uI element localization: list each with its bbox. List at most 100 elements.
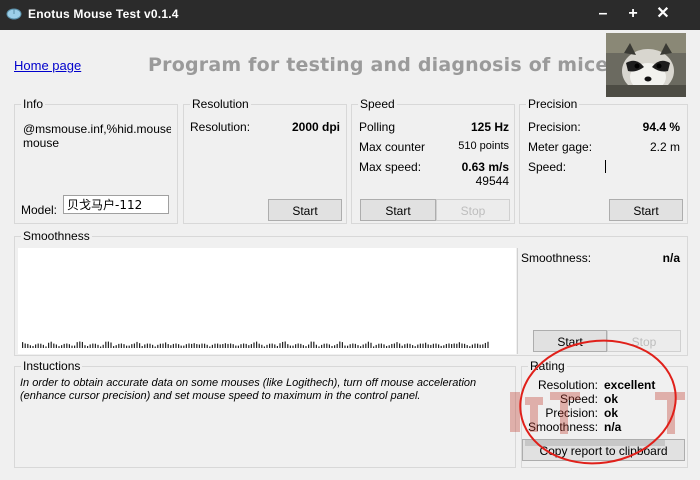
- smoothness-sample-bar: [487, 341, 489, 348]
- smoothness-sample-bar: [133, 343, 135, 348]
- smoothness-sample-bar: [466, 345, 468, 348]
- smoothness-sample-bar: [159, 343, 161, 348]
- smoothness-sample-bar: [443, 345, 445, 348]
- smoothness-sample-bar: [295, 344, 297, 348]
- smoothness-sample-bar: [406, 343, 408, 348]
- smoothness-sample-bar: [253, 342, 255, 348]
- smoothness-sample-bar: [289, 345, 291, 348]
- smoothness-sample-bar: [365, 343, 367, 348]
- smoothness-sample-bar: [154, 346, 156, 348]
- smoothness-sample-bar: [94, 343, 96, 348]
- smoothness-sample-bar: [180, 345, 182, 348]
- smoothness-sample-bar: [391, 343, 393, 348]
- smoothness-sample-bar: [211, 344, 213, 348]
- precision-value: 94.4 %: [642, 120, 680, 134]
- smoothness-sample-bar: [55, 344, 57, 348]
- smoothness-sample-bar: [113, 346, 115, 348]
- smoothness-sample-bar: [427, 344, 429, 348]
- smoothness-sample-bar: [326, 343, 328, 348]
- smoothness-sample-bar: [50, 341, 52, 348]
- device-id: @msmouse.inf,%hid.mouse: [23, 122, 171, 136]
- smoothness-sample-bar: [349, 344, 351, 348]
- close-button[interactable]: ✕: [650, 3, 676, 25]
- smoothness-sample-bar: [22, 342, 24, 348]
- smoothness-sample-bar: [131, 344, 133, 348]
- instructions-title: Instuctions: [21, 359, 83, 373]
- smoothness-sample-bar: [344, 345, 346, 348]
- smoothness-sample-bar: [71, 345, 73, 348]
- smoothness-sample-bar: [375, 344, 377, 348]
- speed-stop-button[interactable]: Stop: [436, 199, 510, 221]
- smoothness-sample-bar: [328, 344, 330, 348]
- precision-start-button[interactable]: Start: [609, 199, 683, 221]
- smoothness-sample-bar: [456, 343, 458, 348]
- smoothness-sample-bar: [89, 344, 91, 348]
- smoothness-sample-bar: [76, 342, 78, 348]
- smoothness-label: Smoothness:: [521, 251, 592, 265]
- smoothness-sample-bar: [300, 343, 302, 348]
- precision-group: Precision Precision: 94.4 % Meter gage: …: [519, 97, 688, 224]
- smoothness-sample-bar: [477, 343, 479, 348]
- smoothness-sample-bar: [440, 345, 442, 348]
- smoothness-sample-bar: [409, 343, 411, 348]
- smoothness-sample-bar: [29, 345, 31, 348]
- smoothness-sample-bar: [474, 343, 476, 348]
- smoothness-sample-bar: [222, 344, 224, 348]
- instructions-group: Instuctions In order to obtain accurate …: [14, 359, 516, 468]
- smoothness-sample-bar: [445, 343, 447, 348]
- smoothness-sample-bar: [458, 342, 460, 348]
- smoothness-sample-bar: [362, 344, 364, 348]
- polling-value: 125 Hz: [470, 120, 509, 134]
- smoothness-sample-bar: [313, 341, 315, 348]
- speed-extra-value: 49544: [475, 174, 509, 188]
- smoothness-sample-bar: [201, 343, 203, 348]
- smoothness-sample-bar: [139, 343, 141, 348]
- smoothness-sample-bar: [308, 344, 310, 348]
- speed-group: Speed Polling 125 Hz Max counter 510 poi…: [351, 97, 515, 224]
- smoothness-sample-bar: [482, 344, 484, 348]
- smoothness-sample-bar: [63, 343, 65, 348]
- smoothness-sample-bar: [438, 344, 440, 348]
- smoothness-sample-bar: [461, 343, 463, 348]
- polling-label: Polling: [359, 120, 396, 134]
- smoothness-sample-bar: [79, 341, 81, 348]
- smoothness-graph: [18, 248, 516, 354]
- raccoon-image: [606, 33, 686, 97]
- smoothness-sample-bar: [183, 345, 185, 348]
- smoothness-sample-bar: [107, 341, 109, 348]
- speed-title: Speed: [358, 97, 397, 111]
- resolution-value: 2000 dpi: [291, 120, 340, 134]
- smoothness-sample-bar: [360, 346, 362, 348]
- model-field[interactable]: [63, 195, 169, 214]
- smoothness-sample-bar: [412, 345, 414, 348]
- smoothness-sample-bar: [170, 345, 172, 348]
- smoothness-sample-bar: [245, 343, 247, 348]
- smoothness-sample-bar: [68, 344, 70, 348]
- smoothness-sample-bar: [240, 344, 242, 348]
- smoothness-sample-bar: [24, 343, 26, 348]
- smoothness-sample-bar: [302, 345, 304, 348]
- smoothness-sample-bar: [48, 342, 50, 348]
- smoothness-sample-bar: [230, 343, 232, 348]
- smoothness-sample-bar: [42, 344, 44, 348]
- maximize-button[interactable]: +: [620, 3, 646, 25]
- smoothness-sample-bar: [331, 345, 333, 348]
- smoothness-sample-bar: [149, 343, 151, 348]
- smoothness-sample-bar: [271, 343, 273, 348]
- smoothness-sample-bar: [193, 343, 195, 348]
- smoothness-sample-bar: [172, 343, 174, 348]
- smoothness-sample-bar: [102, 344, 104, 348]
- smoothness-sample-bar: [162, 343, 164, 348]
- smoothness-sample-bar: [40, 343, 42, 348]
- precision-speed-bar: [605, 160, 606, 173]
- smoothness-sample-bar: [219, 344, 221, 348]
- speed-start-button[interactable]: Start: [360, 199, 436, 221]
- home-page-link[interactable]: Home page: [14, 58, 81, 73]
- smoothness-sample-bar: [279, 343, 281, 348]
- meter-gage-value: 2.2 m: [649, 140, 680, 154]
- max-counter-label: Max counter: [359, 140, 426, 154]
- smoothness-sample-bar: [136, 341, 138, 348]
- resolution-start-button[interactable]: Start: [268, 199, 342, 221]
- smoothness-sample-bar: [305, 346, 307, 348]
- minimize-button[interactable]: –: [590, 3, 616, 25]
